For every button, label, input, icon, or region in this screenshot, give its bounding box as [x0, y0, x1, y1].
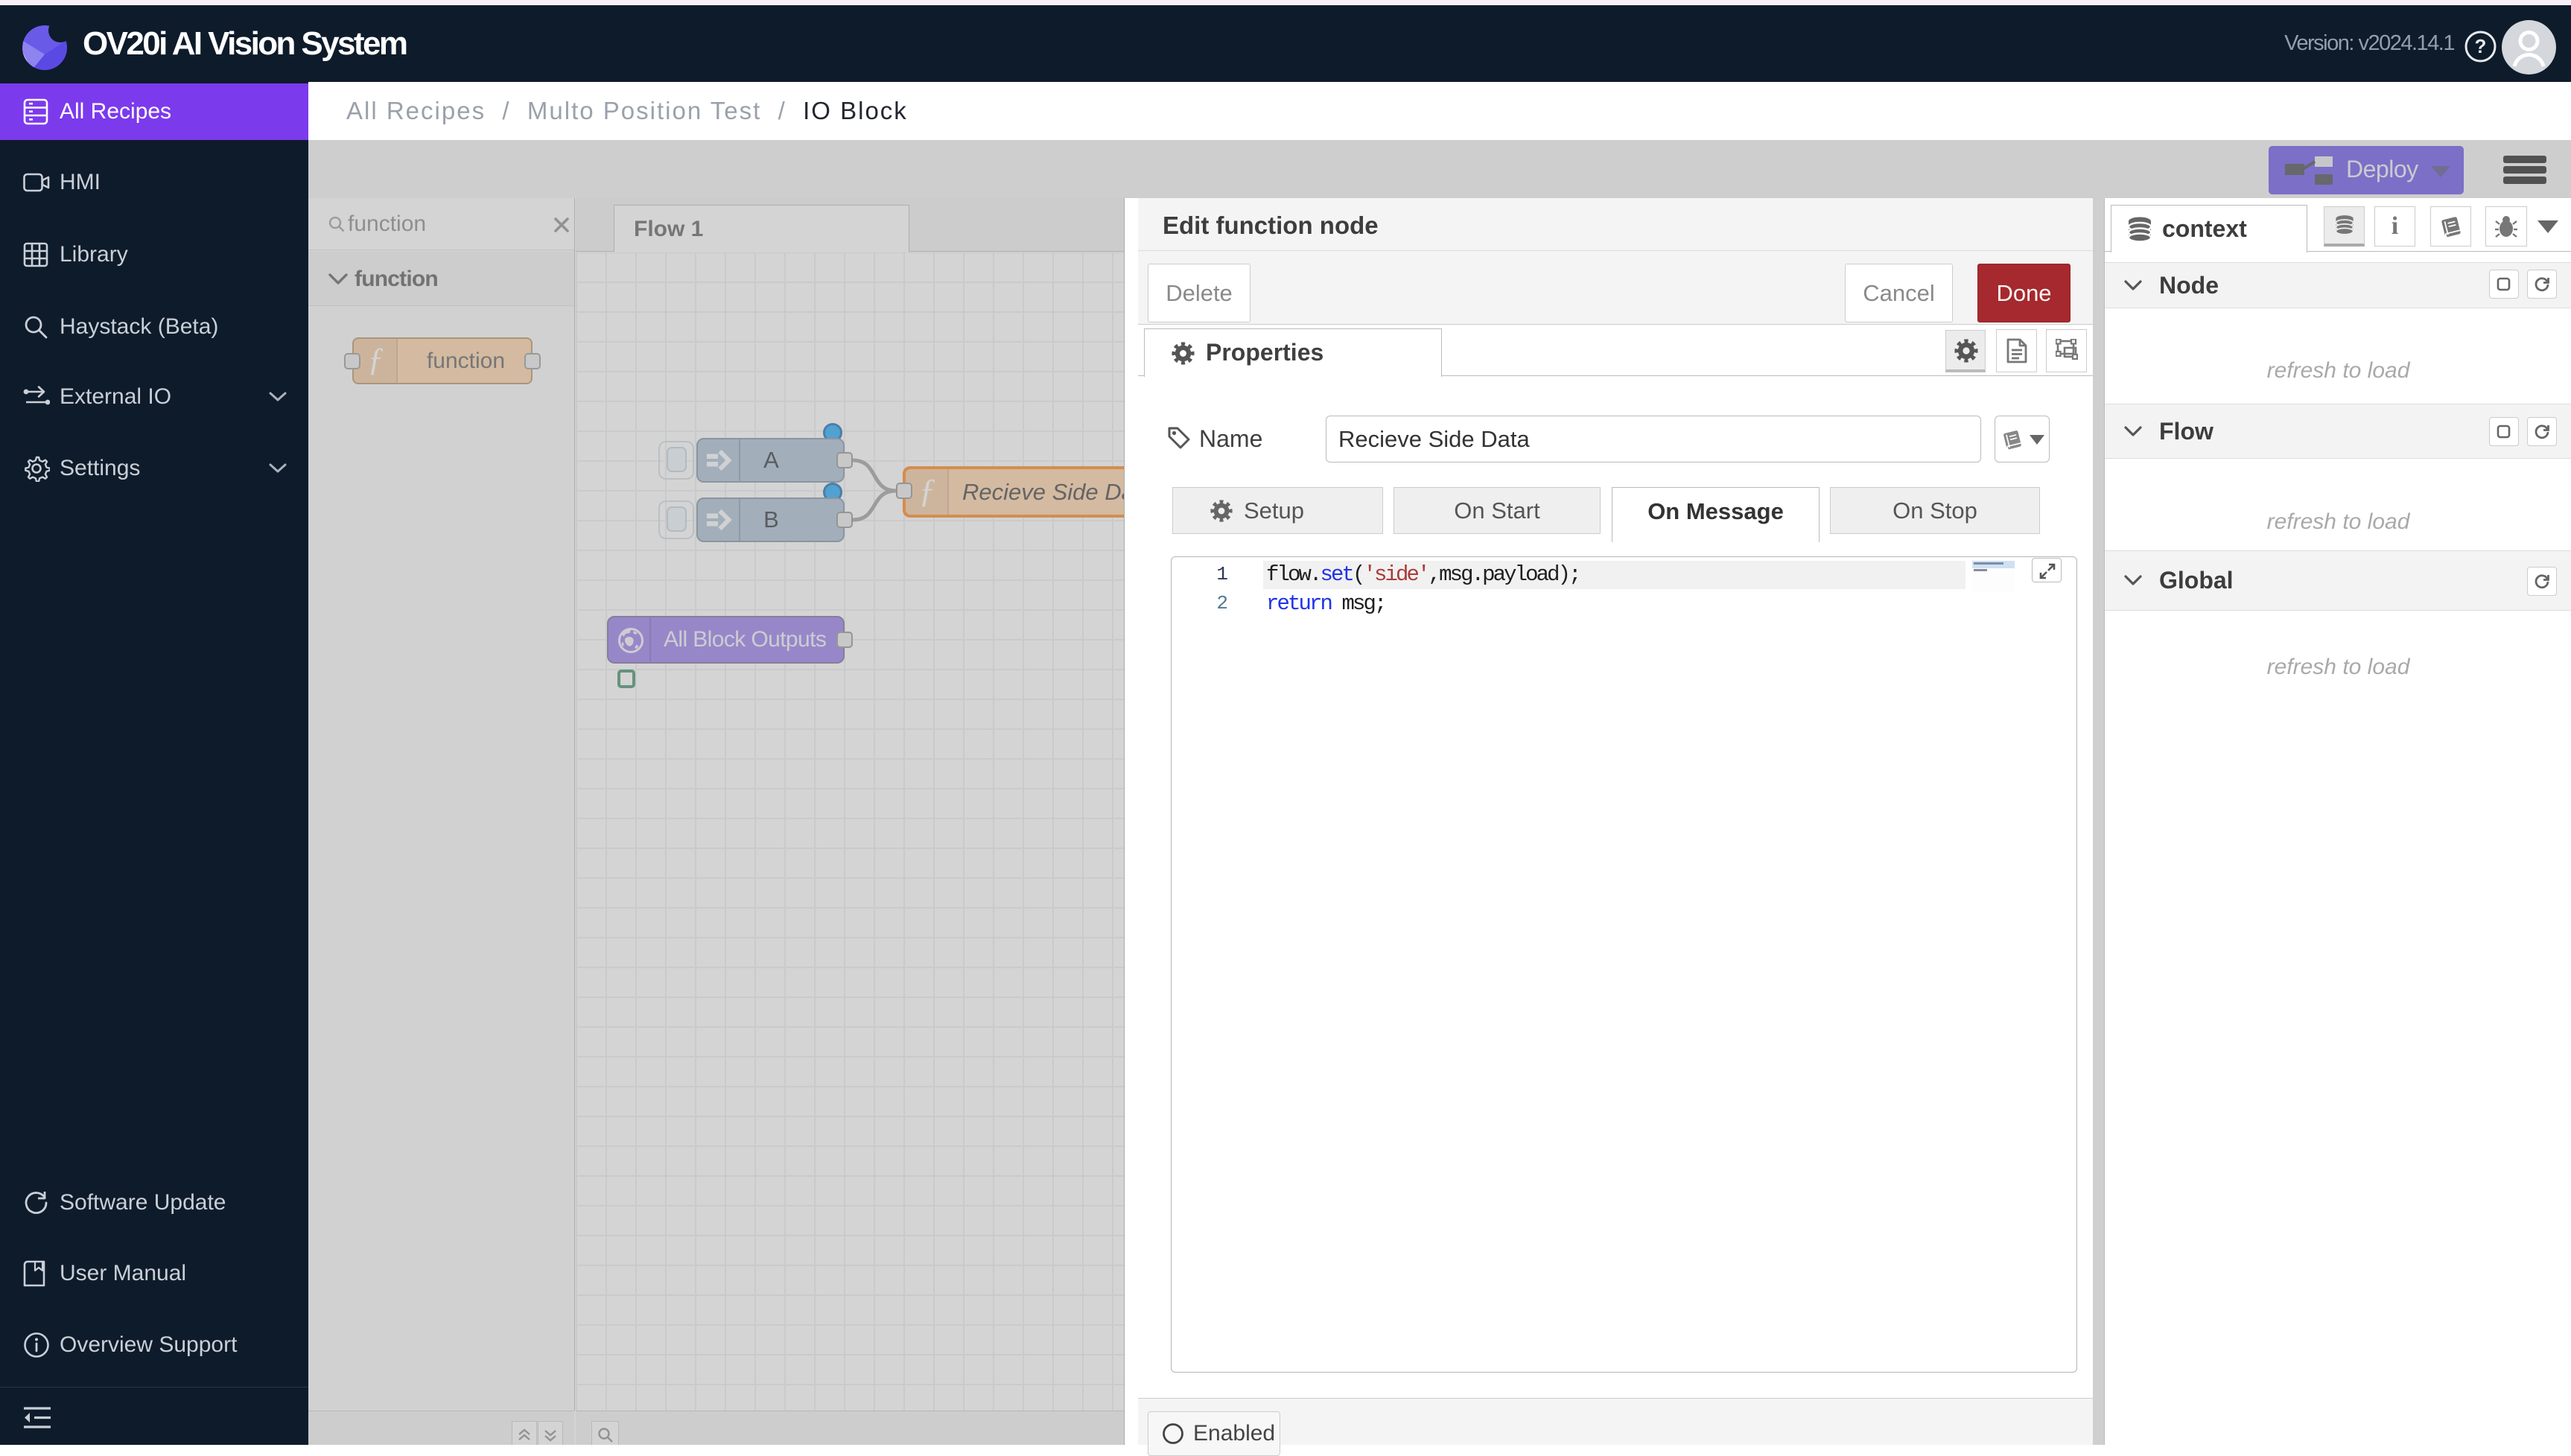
svg-text:?: ? [2475, 35, 2487, 57]
